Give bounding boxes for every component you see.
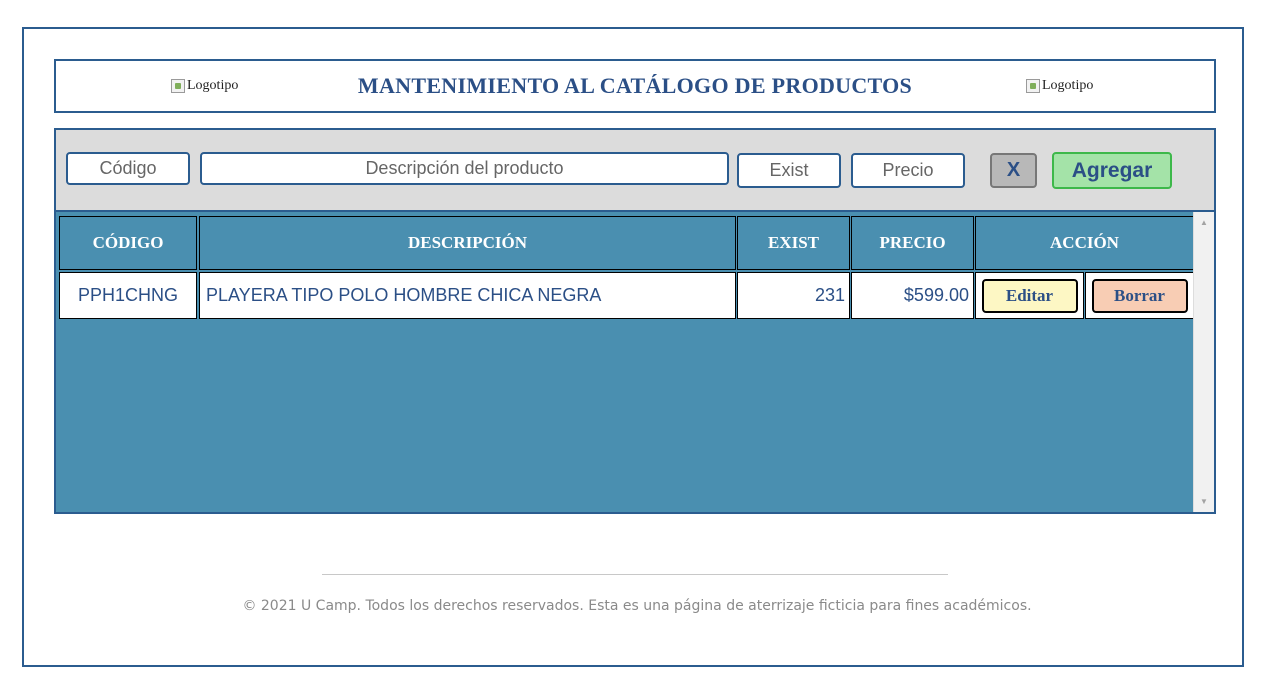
footer-text: © 2021 U Camp. Todos los derechos reserv… <box>242 598 1032 614</box>
cell-description: PLAYERA TIPO POLO HOMBRE CHICA NEGRA <box>199 272 736 319</box>
clear-button[interactable]: X <box>990 153 1037 188</box>
add-button[interactable]: Agregar <box>1052 152 1172 189</box>
cell-exist: 231 <box>737 272 850 319</box>
exist-input[interactable] <box>737 153 841 188</box>
column-header-price: PRECIO <box>851 216 974 270</box>
cell-code: PPH1CHNG <box>59 272 197 319</box>
broken-image-icon <box>1026 79 1040 93</box>
scroll-up-arrow-icon[interactable]: ▲ <box>1194 214 1214 231</box>
column-header-exist: EXIST <box>737 216 850 270</box>
logo-right-alt-text: Logotipo <box>1042 78 1094 93</box>
code-input[interactable] <box>66 152 190 185</box>
products-table: CÓDIGO DESCRIPCIÓN EXIST PRECIO ACCIÓN P… <box>54 212 1216 514</box>
column-header-description: DESCRIPCIÓN <box>199 216 736 270</box>
cell-delete: Borrar <box>1085 272 1194 319</box>
table-scrollbar[interactable]: ▲ ▼ <box>1193 212 1214 512</box>
scroll-down-arrow-icon[interactable]: ▼ <box>1194 493 1214 510</box>
cell-price: $599.00 <box>851 272 974 319</box>
product-form: X Agregar <box>54 128 1216 212</box>
footer-divider <box>322 574 948 575</box>
column-header-code: CÓDIGO <box>59 216 197 270</box>
page-header: Logotipo MANTENIMIENTO AL CATÁLOGO DE PR… <box>54 59 1216 113</box>
edit-button[interactable]: Editar <box>981 278 1078 313</box>
price-input[interactable] <box>851 153 965 188</box>
cell-edit: Editar <box>975 272 1084 319</box>
column-header-action: ACCIÓN <box>975 216 1194 270</box>
description-input[interactable] <box>200 152 729 185</box>
logo-right: Logotipo <box>1026 78 1093 94</box>
delete-button[interactable]: Borrar <box>1091 278 1188 313</box>
